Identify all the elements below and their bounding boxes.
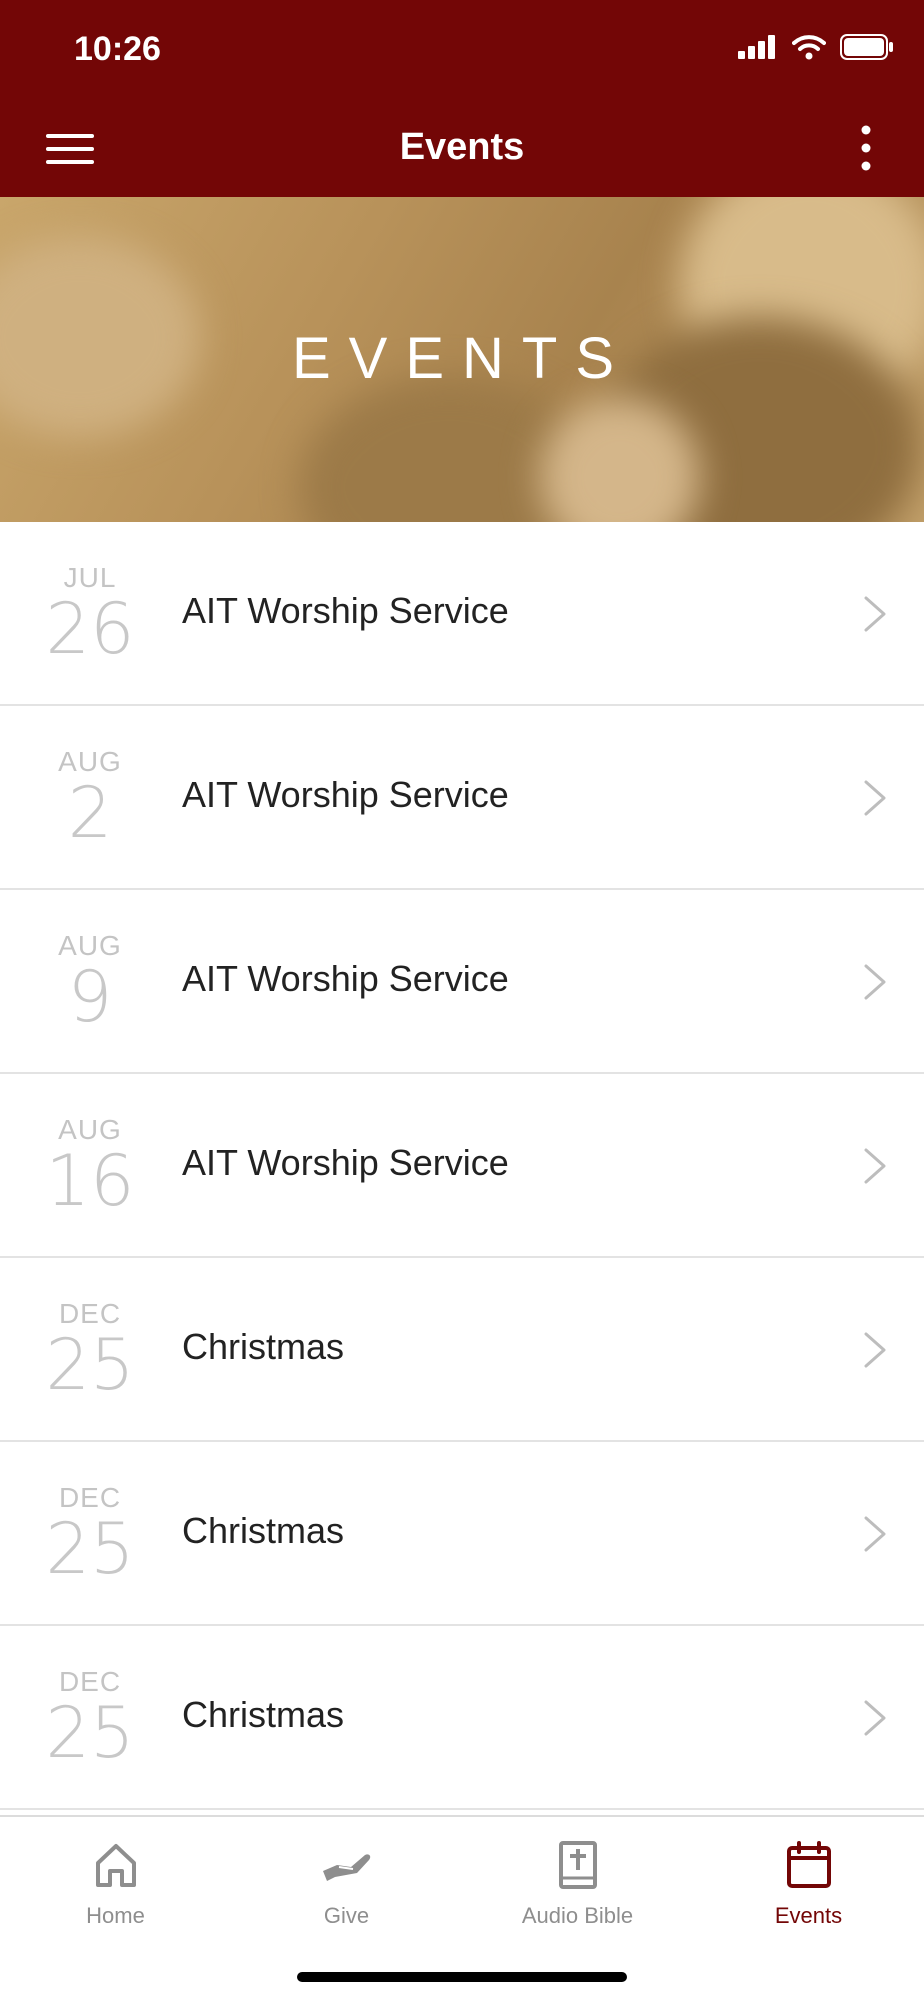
event-name: Christmas bbox=[182, 1510, 345, 1551]
event-row[interactable]: AUG 9 AIT Worship Service bbox=[0, 890, 924, 1074]
give-hand-icon bbox=[322, 1854, 370, 1881]
tab-events[interactable]: Events bbox=[693, 1837, 924, 1947]
event-day: 2 bbox=[67, 772, 113, 854]
event-row[interactable]: AUG 16 AIT Worship Service bbox=[0, 1074, 924, 1258]
event-day: 25 bbox=[45, 1508, 135, 1590]
bible-icon bbox=[558, 1841, 597, 1889]
chevron-right-icon bbox=[864, 1700, 886, 1736]
chevron-right-icon bbox=[864, 1332, 886, 1368]
home-indicator bbox=[297, 1972, 627, 1982]
hero-banner: EVENTS bbox=[0, 197, 924, 522]
page-title: Events bbox=[399, 126, 525, 168]
event-row[interactable]: DEC 25 Christmas bbox=[0, 1626, 924, 1810]
event-day: 9 bbox=[67, 956, 113, 1038]
tab-label: Give bbox=[323, 1903, 370, 1928]
events-list: JUL 26 AIT Worship Service AUG 2 AIT Wor… bbox=[0, 522, 924, 1810]
more-options-icon[interactable] bbox=[856, 122, 876, 174]
event-name: Christmas bbox=[182, 1326, 345, 1367]
chevron-right-icon bbox=[864, 780, 886, 816]
signal-icon bbox=[738, 35, 775, 59]
event-day: 26 bbox=[45, 588, 135, 670]
tab-label: Home bbox=[86, 1903, 145, 1928]
event-name: AIT Worship Service bbox=[182, 958, 509, 999]
event-day: 25 bbox=[45, 1324, 135, 1406]
event-name: AIT Worship Service bbox=[182, 590, 509, 631]
event-name: AIT Worship Service bbox=[182, 1142, 509, 1183]
event-row[interactable]: JUL 26 AIT Worship Service bbox=[0, 522, 924, 706]
chevron-right-icon bbox=[864, 1516, 886, 1552]
event-row[interactable]: DEC 25 Christmas bbox=[0, 1258, 924, 1442]
status-icons bbox=[738, 34, 894, 60]
event-name: Christmas bbox=[182, 1694, 345, 1735]
chevron-right-icon bbox=[864, 1148, 886, 1184]
tab-label: Audio Bible bbox=[521, 1903, 634, 1928]
nav-bar: Events bbox=[0, 100, 924, 197]
event-day: 16 bbox=[45, 1140, 135, 1222]
wifi-icon bbox=[792, 35, 826, 60]
event-row[interactable]: DEC 25 Christmas bbox=[0, 1442, 924, 1626]
event-row[interactable]: AUG 2 AIT Worship Service bbox=[0, 706, 924, 890]
status-bar: 10:26 bbox=[0, 0, 924, 100]
home-icon bbox=[95, 1844, 136, 1887]
hero-title: EVENTS bbox=[291, 326, 633, 391]
chevron-right-icon bbox=[864, 964, 886, 1000]
battery-icon bbox=[840, 34, 893, 60]
tab-give[interactable]: Give bbox=[231, 1837, 462, 1947]
calendar-icon bbox=[786, 1841, 831, 1888]
tab-home[interactable]: Home bbox=[0, 1837, 231, 1947]
chevron-right-icon bbox=[864, 596, 886, 632]
tab-label: Events bbox=[774, 1903, 843, 1928]
event-day: 25 bbox=[45, 1692, 135, 1774]
tab-audio-bible[interactable]: Audio Bible bbox=[462, 1837, 693, 1947]
event-name: AIT Worship Service bbox=[182, 774, 509, 815]
status-time: 10:26 bbox=[74, 30, 161, 68]
